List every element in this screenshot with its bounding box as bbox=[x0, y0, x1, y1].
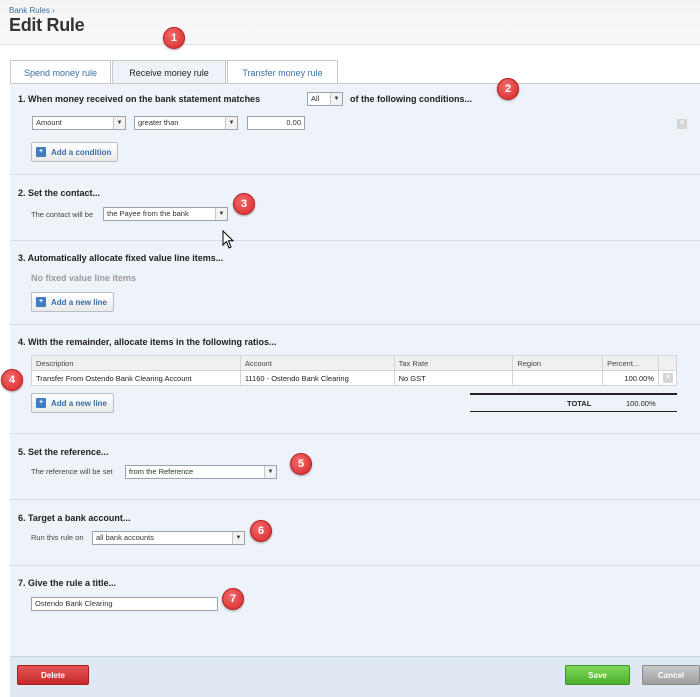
conditions-section: 1. When money received on the bank state… bbox=[10, 84, 700, 175]
conditions-title-start: 1. When money received on the bank state… bbox=[18, 94, 261, 104]
chevron-down-icon: ▼ bbox=[113, 117, 125, 129]
total-divider bbox=[470, 393, 677, 395]
conditions-title-end: of the following conditions... bbox=[350, 94, 472, 104]
add-condition-button[interactable]: + Add a condition bbox=[31, 142, 119, 162]
rule-form: 1. When money received on the bank state… bbox=[10, 83, 700, 656]
tab-transfer-money-rule[interactable]: Transfer money rule bbox=[227, 60, 338, 84]
add-ratio-line-button[interactable]: + Add a new line bbox=[31, 393, 115, 413]
annotation-marker-4: 4 bbox=[1, 369, 23, 391]
annotation-marker-7: 7 bbox=[222, 588, 244, 610]
fixed-lines-title: 3. Automatically allocate fixed value li… bbox=[18, 253, 224, 263]
chevron-down-icon: ▼ bbox=[264, 466, 276, 478]
add-fixed-line-button[interactable]: + Add a new line bbox=[31, 292, 115, 312]
annotation-marker-1: 1 bbox=[163, 27, 185, 49]
contact-section: 2. Set the contact... The contact will b… bbox=[10, 175, 700, 241]
table-header-row: Description Account Tax Rate Region Perc… bbox=[31, 355, 677, 371]
page-title: Edit Rule bbox=[9, 15, 85, 35]
total-label: TOTAL bbox=[567, 399, 592, 408]
fixed-lines-section: 3. Automatically allocate fixed value li… bbox=[10, 241, 700, 325]
remove-line-icon[interactable]: ✕ bbox=[663, 373, 674, 383]
bank-account-select-value: all bank accounts bbox=[96, 533, 154, 542]
annotation-marker-3: 3 bbox=[233, 193, 255, 215]
reference-title: 5. Set the reference... bbox=[18, 447, 109, 457]
account-cell[interactable]: 11160 - Ostendo Bank Clearing bbox=[239, 370, 395, 386]
ratio-lines-title: 4. With the remainder, allocate items in… bbox=[18, 337, 277, 347]
remove-condition-icon[interactable]: ✕ bbox=[677, 119, 687, 129]
table-row[interactable]: Transfer From Ostendo Bank Clearing Acco… bbox=[31, 370, 677, 386]
rule-title-input[interactable]: Ostendo Bank Clearing bbox=[31, 597, 218, 611]
column-header: Region bbox=[512, 355, 604, 371]
add-ratio-line-label: Add a new line bbox=[51, 398, 108, 408]
column-header-blank bbox=[658, 355, 677, 371]
annotation-marker-5: 5 bbox=[290, 453, 312, 475]
reference-section: 5. Set the reference... The reference wi… bbox=[10, 434, 700, 500]
contact-title: 2. Set the contact... bbox=[18, 188, 101, 198]
percent-cell[interactable]: 100.00% bbox=[602, 370, 660, 386]
description-cell[interactable]: Transfer From Ostendo Bank Clearing Acco… bbox=[31, 370, 241, 386]
annotation-marker-2: 2 bbox=[497, 78, 519, 100]
tab-spend-money-rule[interactable]: Spend money rule bbox=[10, 60, 111, 84]
tab-receive-money-rule[interactable]: Receive money rule bbox=[112, 60, 226, 85]
match-select[interactable]: All ▼ bbox=[307, 92, 343, 106]
ratio-lines-table: Description Account Tax Rate Region Perc… bbox=[31, 355, 677, 386]
add-icon: + bbox=[36, 147, 46, 157]
condition-field-select[interactable]: Amount ▼ bbox=[32, 116, 126, 130]
form-footer: Delete Save Cancel bbox=[10, 656, 700, 697]
contact-label: The contact will be bbox=[31, 210, 94, 219]
column-header: Percent... bbox=[602, 355, 660, 371]
add-icon: + bbox=[36, 297, 46, 307]
contact-select[interactable]: the Payee from the bank ▼ bbox=[103, 207, 228, 221]
chevron-down-icon: ▼ bbox=[232, 532, 244, 544]
bank-account-label: Run this rule on bbox=[31, 533, 84, 542]
rule-title-heading: 7. Give the rule a title... bbox=[18, 578, 117, 588]
total-value: 100.00% bbox=[626, 399, 656, 408]
reference-label: The reference will be set bbox=[31, 467, 113, 476]
delete-button[interactable]: Delete bbox=[17, 665, 89, 685]
reference-select-value: from the Reference bbox=[129, 467, 194, 476]
mouse-pointer-icon bbox=[222, 230, 235, 249]
column-header: Description bbox=[31, 355, 241, 371]
bank-account-select[interactable]: all bank accounts ▼ bbox=[92, 531, 245, 545]
bank-account-section: 6. Target a bank account... Run this rul… bbox=[10, 500, 700, 566]
total-underline bbox=[470, 411, 677, 412]
rule-title-section: 7. Give the rule a title... Ostendo Bank… bbox=[10, 566, 700, 657]
chevron-down-icon: ▼ bbox=[225, 117, 237, 129]
chevron-down-icon: ▼ bbox=[330, 93, 342, 105]
page-header: Bank Rules › Edit Rule bbox=[0, 0, 700, 45]
ratio-lines-section: 4. With the remainder, allocate items in… bbox=[10, 325, 700, 434]
contact-select-value: the Payee from the bank bbox=[107, 209, 189, 218]
column-header: Account bbox=[239, 355, 395, 371]
condition-operator-value: greater than bbox=[138, 118, 179, 127]
add-condition-label: Add a condition bbox=[51, 147, 112, 157]
column-header: Tax Rate bbox=[393, 355, 514, 371]
condition-field-value: Amount bbox=[36, 118, 62, 127]
add-fixed-line-label: Add a new line bbox=[51, 297, 108, 307]
match-select-value: All bbox=[311, 94, 320, 103]
bank-account-title: 6. Target a bank account... bbox=[18, 513, 131, 523]
chevron-down-icon: ▼ bbox=[215, 208, 227, 220]
breadcrumb[interactable]: Bank Rules › bbox=[9, 6, 55, 15]
cancel-button[interactable]: Cancel bbox=[642, 665, 700, 685]
condition-operator-select[interactable]: greater than ▼ bbox=[134, 116, 238, 130]
no-fixed-lines-text: No fixed value line items bbox=[31, 273, 137, 283]
condition-value-input[interactable]: 0.00 bbox=[247, 116, 305, 130]
reference-select[interactable]: from the Reference ▼ bbox=[125, 465, 277, 479]
add-icon: + bbox=[36, 398, 46, 408]
region-cell[interactable] bbox=[512, 370, 604, 386]
save-button[interactable]: Save bbox=[565, 665, 630, 685]
tax-rate-cell[interactable]: No GST bbox=[393, 370, 514, 386]
remove-cell: ✕ bbox=[658, 370, 677, 386]
annotation-marker-6: 6 bbox=[250, 520, 272, 542]
